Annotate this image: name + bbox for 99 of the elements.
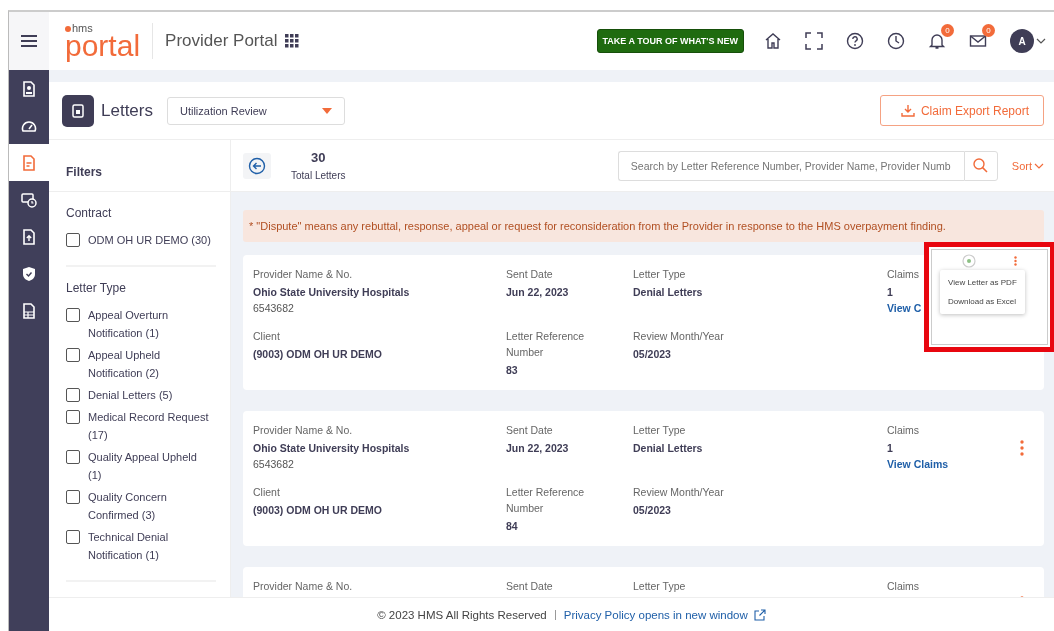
document-icon <box>22 154 36 171</box>
field-label: Sent Date <box>506 267 553 282</box>
field-label: Claims <box>887 267 920 282</box>
view-claims-link[interactable]: View C <box>887 302 922 314</box>
provider-name: Ohio State University Hospitals <box>253 286 410 298</box>
filter-group-title: Contract <box>66 206 113 220</box>
checkbox[interactable] <box>66 388 80 402</box>
copyright-text: © 2023 HMS All Rights Reserved <box>377 608 547 621</box>
review-month: 05/2023 <box>633 504 671 516</box>
field-label: Claims <box>887 423 920 438</box>
dispute-notice: * "Dispute" means any rebuttal, response, appeal or request for reconsideration from the Provider in response to the HMS overpayment finding. <box>243 210 1044 242</box>
field-label: Client <box>253 485 280 500</box>
filter-option-label[interactable]: Appeal Upheld Notification (2) <box>88 346 212 382</box>
menu-icon[interactable] <box>21 35 37 47</box>
field-label: Sent Date <box>506 423 553 438</box>
field-label: Letter Reference Number <box>506 485 586 516</box>
clock-icon[interactable] <box>887 32 905 50</box>
shield-check-icon <box>22 265 36 282</box>
letter-reference: 83 <box>506 364 518 376</box>
letters-badge <box>62 94 94 127</box>
claims-count: 1 <box>887 286 893 298</box>
field-label: Letter Reference Number <box>506 329 586 360</box>
sent-date: Jun 22, 2023 <box>506 286 569 298</box>
field-label: Client <box>253 329 280 344</box>
upload-document-icon <box>22 228 36 245</box>
bell-icon[interactable] <box>928 32 946 50</box>
client-name: (9003) ODM OH UR DEMO <box>253 348 382 360</box>
search-button[interactable] <box>963 150 998 181</box>
more-options-icon[interactable] <box>1014 256 1017 266</box>
home-icon[interactable] <box>764 32 782 50</box>
filters-heading: Filters <box>66 164 102 179</box>
letter-type: Denial Letters <box>633 286 703 298</box>
help-icon[interactable] <box>846 32 864 50</box>
filter-option-label[interactable]: Technical Denial Notification (1) <box>88 528 212 564</box>
fullscreen-icon[interactable] <box>805 32 823 50</box>
envelope-icon[interactable] <box>969 32 987 50</box>
sent-date: Jun 22, 2023 <box>506 442 569 454</box>
checkbox[interactable] <box>66 233 80 247</box>
user-avatar[interactable]: A <box>1010 29 1034 53</box>
claims-count: 1 <box>887 442 893 454</box>
field-label: Review Month/Year <box>633 329 724 344</box>
filter-option-label[interactable]: Quality Appeal Upheld (1) <box>88 448 212 484</box>
notification-count: 0 <box>941 24 954 37</box>
external-link-icon <box>753 608 766 621</box>
field-label: Provider Name & No. <box>253 423 353 438</box>
list-document-icon <box>22 302 36 319</box>
field-label: Provider Name & No. <box>253 267 353 282</box>
filter-option-label[interactable]: ODM OH UR DEMO (30) <box>88 231 211 249</box>
privacy-policy-link[interactable]: Privacy Policy opens in new window <box>563 608 748 621</box>
gauge-icon <box>21 119 37 132</box>
page-title: Letters <box>101 100 153 121</box>
field-label: Letter Type <box>633 423 686 438</box>
chevron-down-icon <box>1034 162 1044 169</box>
search-icon <box>973 158 989 173</box>
field-label: Provider Name & No. <box>253 579 353 594</box>
total-label: Total Letters <box>291 170 346 181</box>
message-count: 0 <box>982 24 995 37</box>
field-label: Letter Type <box>633 579 686 594</box>
field-label: Review Month/Year <box>633 485 724 500</box>
download-icon <box>900 104 915 117</box>
checkbox[interactable] <box>66 530 80 544</box>
checkbox[interactable] <box>66 410 80 424</box>
logo-subtitle: hms <box>65 23 141 34</box>
provider-number: 6543682 <box>253 458 294 470</box>
field-label: Claims <box>887 579 920 594</box>
checkbox[interactable] <box>66 450 80 464</box>
chevron-down-icon[interactable] <box>1036 38 1046 44</box>
filter-option-label[interactable]: Appeal Overturn Notification (1) <box>88 306 212 342</box>
field-label: Letter Type <box>633 267 686 282</box>
filter-group-title: Letter Type <box>66 281 127 295</box>
more-options-icon[interactable] <box>1020 440 1024 456</box>
checkbox[interactable] <box>66 308 80 322</box>
billing-clock-icon <box>21 191 37 208</box>
logo-text: portal <box>65 31 141 61</box>
menu-item[interactable]: View Letter as PDF <box>940 273 1025 292</box>
letter-type: Denial Letters <box>633 442 703 454</box>
filter-option-label[interactable]: Medical Record Request (17) <box>88 408 212 444</box>
back-button[interactable] <box>243 152 271 179</box>
checkbox[interactable] <box>66 490 80 504</box>
letter-reference: 84 <box>506 520 518 532</box>
filter-option-label[interactable]: Denial Letters (5) <box>88 386 173 404</box>
menu-item[interactable]: Download as Excel <box>940 292 1025 311</box>
program-dropdown[interactable]: Utilization Review <box>167 96 345 125</box>
view-claims-link[interactable]: View Claims <box>887 458 949 470</box>
filter-option-label[interactable]: Quality Concern Confirmed (3) <box>88 488 212 524</box>
provider-name: Ohio State University Hospitals <box>253 442 410 454</box>
search-field[interactable]: Search by Letter Reference Number, Provider Name, Provider Numb <box>617 150 964 181</box>
total-count: 30 <box>311 150 326 165</box>
tour-button[interactable]: TAKE A TOUR OF WHAT'S NEW <box>596 29 744 53</box>
portal-title: Provider Portal <box>165 31 278 51</box>
checkbox[interactable] <box>66 348 80 362</box>
progress-ring-icon <box>962 254 976 268</box>
client-name: (9003) ODM OH UR DEMO <box>253 504 382 516</box>
apps-grid-icon[interactable] <box>285 34 300 48</box>
provider-number: 6543682 <box>253 302 294 314</box>
review-month: 05/2023 <box>633 348 671 360</box>
caret-icon <box>322 107 332 114</box>
profile-document-icon <box>22 80 36 97</box>
field-label: Sent Date <box>506 579 553 594</box>
